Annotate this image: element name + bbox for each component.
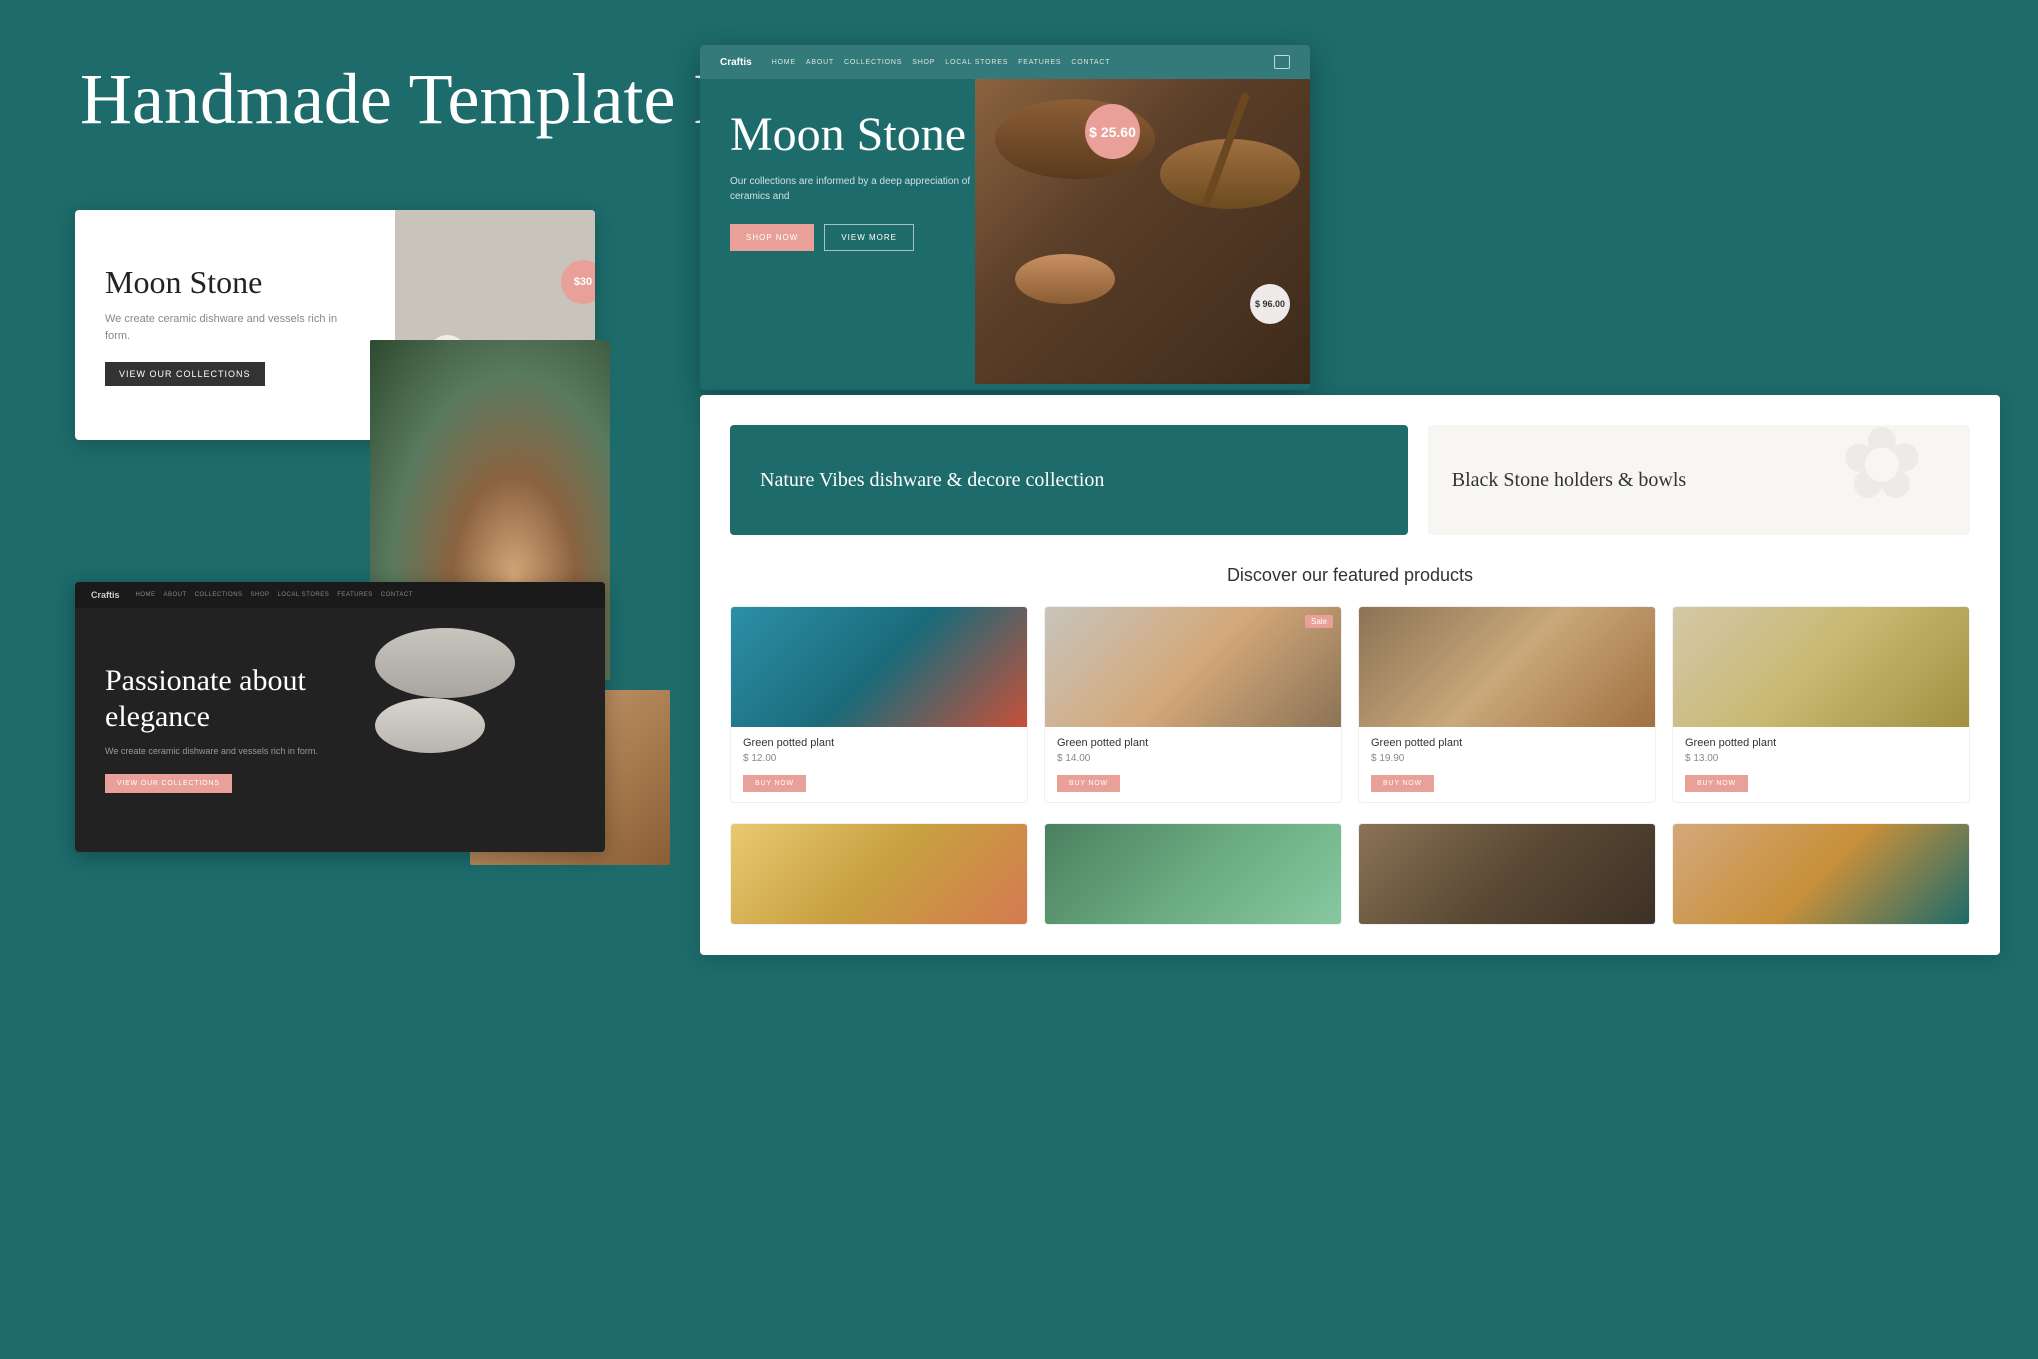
product-card-7 — [1358, 823, 1656, 925]
product-price-2: $ 14.00 — [1057, 753, 1329, 764]
price-bubble-small: $30 — [561, 260, 595, 304]
product-name-3: Green potted plant — [1371, 737, 1643, 749]
collection-row: Nature Vibes dishware & decore collectio… — [700, 395, 2000, 555]
dark-hero-title: Passionate about elegance — [105, 663, 375, 735]
products-grid-row1: Green potted plant $ 12.00 BUY NOW Sale … — [700, 606, 2000, 823]
product-image-8 — [1673, 824, 1969, 924]
product-name-2: Green potted plant — [1057, 737, 1329, 749]
product-image-4 — [1673, 607, 1969, 727]
collection-light-block[interactable]: Black Stone holders & bowls ✿ — [1428, 425, 1970, 535]
nav-contact[interactable]: CONTACT — [381, 592, 413, 598]
dark-mockup: Craftis HOME ABOUT COLLECTIONS SHOP LOCA… — [75, 582, 605, 852]
right-mockup: Craftis HOME ABOUT COLLECTIONS SHOP LOCA… — [700, 45, 1310, 390]
buy-now-button-4[interactable]: BUY NOW — [1685, 775, 1748, 792]
product-info-4: Green potted plant $ 13.00 BUY NOW — [1673, 727, 1969, 802]
right-nav-features[interactable]: FEATURES — [1018, 59, 1061, 66]
dark-hero: Passionate about elegance We create cera… — [75, 608, 605, 848]
buy-now-button-2[interactable]: BUY NOW — [1057, 775, 1120, 792]
right-nav-collections[interactable]: COLLECTIONS — [844, 59, 902, 66]
right-nav-local[interactable]: LOCAL STORES — [945, 59, 1008, 66]
product-image-7 — [1359, 824, 1655, 924]
product-info-1: Green potted plant $ 12.00 BUY NOW — [731, 727, 1027, 802]
cart-icon[interactable] — [1274, 55, 1290, 69]
product-price-1: $ 12.00 — [743, 753, 1015, 764]
shop-now-button[interactable]: SHOP NOW — [730, 224, 814, 251]
product-sections-panel: Nature Vibes dishware & decore collectio… — [700, 395, 2000, 955]
moonstone-subtitle: We create ceramic dishware and vessels r… — [105, 311, 365, 344]
nav-shop[interactable]: SHOP — [251, 592, 270, 598]
nav-about[interactable]: ABOUT — [164, 592, 187, 598]
products-grid-row2 — [700, 823, 2000, 955]
right-hero-content: Moon Stone Our collections are informed … — [700, 79, 1036, 384]
product-card-8 — [1672, 823, 1970, 925]
right-hero: Moon Stone Our collections are informed … — [700, 79, 1310, 384]
product-image-2: Sale — [1045, 607, 1341, 727]
hero-buttons: SHOP NOW VIEW MORE — [730, 224, 1006, 251]
right-nav-contact[interactable]: CONTACT — [1071, 59, 1110, 66]
product-name-1: Green potted plant — [743, 737, 1015, 749]
right-nav-about[interactable]: ABOUT — [806, 59, 834, 66]
product-name-4: Green potted plant — [1685, 737, 1957, 749]
price-bubble-small-2: $ 96.00 — [1250, 284, 1290, 324]
right-hero-title: Moon Stone — [730, 109, 1006, 162]
nav-home[interactable]: HOME — [136, 592, 156, 598]
product-info-3: Green potted plant $ 19.90 BUY NOW — [1359, 727, 1655, 802]
discover-title: Discover our featured products — [700, 555, 2000, 606]
product-info-2: Green potted plant $ 14.00 BUY NOW — [1045, 727, 1341, 802]
bowl-shape-2 — [375, 698, 485, 753]
right-nav-logo: Craftis — [720, 57, 752, 68]
page-title: Handmade Template Kit — [80, 60, 785, 139]
dark-nav-logo: Craftis — [91, 590, 120, 600]
buy-now-button-3[interactable]: BUY NOW — [1371, 775, 1434, 792]
collection-teal-block[interactable]: Nature Vibes dishware & decore collectio… — [730, 425, 1408, 535]
dark-nav-items: HOME ABOUT COLLECTIONS SHOP LOCAL STORES… — [136, 592, 413, 598]
product-card-5 — [730, 823, 1028, 925]
dark-hero-subtitle: We create ceramic dishware and vessels r… — [105, 745, 375, 759]
product-card-2: Sale Green potted plant $ 14.00 BUY NOW — [1044, 606, 1342, 803]
product-image-6 — [1045, 824, 1341, 924]
nav-local-stores[interactable]: LOCAL STORES — [278, 592, 330, 598]
product-card-6 — [1044, 823, 1342, 925]
floral-overlay-icon: ✿ — [1840, 425, 1970, 535]
moonstone-cta-button[interactable]: VIEW OUR COLLECTIONS — [105, 362, 265, 386]
product-card-1: Green potted plant $ 12.00 BUY NOW — [730, 606, 1028, 803]
product-card-3: Green potted plant $ 19.90 BUY NOW — [1358, 606, 1656, 803]
dark-hero-bowls — [375, 628, 575, 828]
product-image-5 — [731, 824, 1027, 924]
right-nav-shop[interactable]: SHOP — [912, 59, 935, 66]
nav-features[interactable]: FEATURES — [337, 592, 373, 598]
price-bubble-large: $ 25.60 — [1085, 104, 1140, 159]
view-more-button[interactable]: VIEW MORE — [824, 224, 914, 251]
right-nav-items: HOME ABOUT COLLECTIONS SHOP LOCAL STORES… — [772, 59, 1111, 66]
moonstone-title: Moon Stone — [105, 264, 365, 301]
product-image-3 — [1359, 607, 1655, 727]
sale-badge: Sale — [1305, 615, 1333, 628]
buy-now-button-1[interactable]: BUY NOW — [743, 775, 806, 792]
right-nav-home[interactable]: HOME — [772, 59, 796, 66]
dark-hero-text: Passionate about elegance We create cera… — [105, 663, 375, 794]
product-image-1 — [731, 607, 1027, 727]
bowl-shape-1 — [375, 628, 515, 698]
dark-nav: Craftis HOME ABOUT COLLECTIONS SHOP LOCA… — [75, 582, 605, 608]
right-nav: Craftis HOME ABOUT COLLECTIONS SHOP LOCA… — [700, 45, 1310, 79]
nav-collections[interactable]: COLLECTIONS — [195, 592, 243, 598]
product-price-4: $ 13.00 — [1685, 753, 1957, 764]
dark-cta-button[interactable]: VIEW OUR COLLECTIONS — [105, 774, 232, 793]
collection-teal-title: Nature Vibes dishware & decore collectio… — [760, 467, 1378, 493]
product-card-4: Green potted plant $ 13.00 BUY NOW — [1672, 606, 1970, 803]
product-price-3: $ 19.90 — [1371, 753, 1643, 764]
right-hero-subtitle: Our collections are informed by a deep a… — [730, 174, 1006, 204]
